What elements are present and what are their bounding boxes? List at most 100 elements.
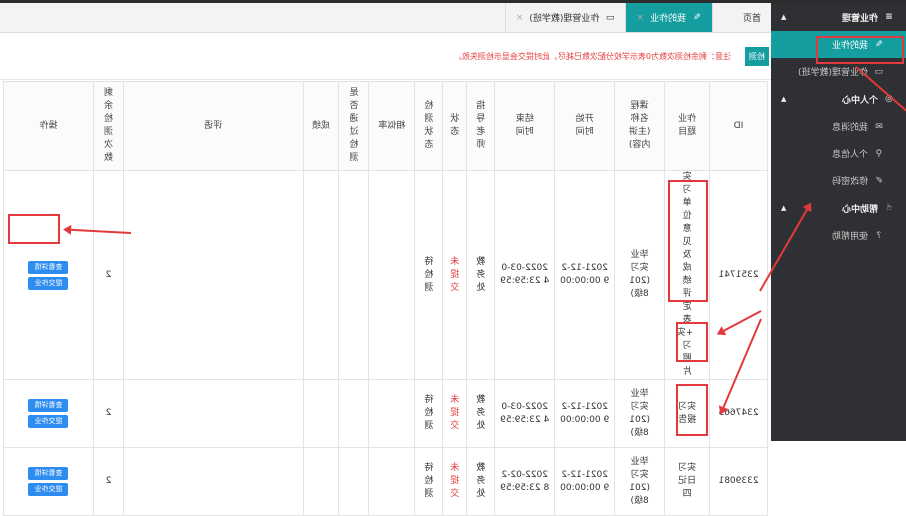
main-content: 检测 注意：剩余检测次数为0表示学校分配次数已耗尽，此时提交会显示检测失败。 I… [0,33,771,516]
monitor-icon: ▭ [874,66,884,77]
cell-check: 待检测 [414,379,443,448]
cell-id: 2339081 [709,447,768,516]
cell-course: 毕业实习(2018级) [614,170,665,380]
cell-status: 未提交 [442,447,467,516]
check-button[interactable]: 检测 [745,46,769,66]
view-details-button[interactable]: 查看详情 [28,399,69,412]
toolbar: 检测 注意：剩余检测次数为0表示学校分配次数已耗尽，此时提交会显示检测失败。 [0,33,771,80]
homework-table: ID 作业题目 课程名称(主讲内容) 开始时间 结束时间 指导老师 状态 检测状… [3,81,768,516]
tab-home[interactable]: 首页 [712,3,771,32]
cell-comment [123,170,304,380]
caret-up-icon: ▲ [781,204,787,212]
cell-end: 2022-03-04 23:59:59 [494,170,555,380]
caret-up-icon: ▲ [781,13,787,21]
view-details-button[interactable]: 查看详情 [28,260,69,274]
header-status: 状态 [442,81,467,171]
cell-title[interactable]: 实习日记四 [664,447,710,516]
submit-homework-button[interactable]: 提交作业 [28,483,69,496]
cell-similarity [368,170,415,380]
header-start: 开始时间 [554,81,615,171]
sidebar-item-label: 修改密码 [831,177,868,187]
tab-homework-manage[interactable]: ▭ 作业管理(教学班) × [504,3,626,32]
cell-actions: 查看详情 提交作业 [3,170,94,380]
header-score: 成绩 [303,81,339,171]
cell-end: 2022-02-28 23:59:59 [494,447,555,516]
cell-course: 毕业实习(2018级) [614,379,665,448]
cell-score [303,170,339,380]
sidebar-group-personal[interactable]: ◎ 个人中心 ▲ [771,85,906,113]
tab-bar: 首页 ✎ 我的作业 × ▭ 作业管理(教学班) × [0,3,771,33]
header-passed: 是否通过检测 [338,81,369,171]
cell-status: 未提交 [442,170,467,380]
table-header-row: ID 作业题目 课程名称(主讲内容) 开始时间 结束时间 指导老师 状态 检测状… [3,81,768,171]
cell-id: 2351741 [709,170,768,380]
highlight-box-title-2 [676,322,708,362]
cell-actions: 查看详情 提交作业 [3,379,94,448]
header-title: 作业题目 [664,81,710,171]
submit-homework-button[interactable]: 提交作业 [28,415,69,428]
cell-teacher: 教务处 [466,379,495,448]
table-row: 2351741 实习单位意见及成绩评定表+实习照片 毕业实习(2018级) 20… [3,170,768,380]
edit-icon: ✎ [693,12,701,23]
header-comment: 评语 [123,81,304,171]
cell-similarity [368,447,415,516]
cell-teacher: 教务处 [466,170,495,380]
question-icon: ? [876,230,882,241]
sidebar-item-label: 使用帮助 [831,232,868,242]
sidebar-group-help[interactable]: ☝ 帮助中心 ▲ [771,194,906,222]
table-row: 2339081 实习日记四 毕业实习(2018级) 2021-12-29 00:… [3,447,768,516]
highlight-box-view-button [8,214,60,244]
caret-up-icon: ▲ [781,95,787,103]
highlight-box-title-3 [676,384,708,436]
menu-icon: ≡ [885,12,893,22]
sidebar-item-label: 我的消息 [831,123,868,133]
cell-remaining: 2 [93,447,124,516]
header-actions: 操作 [3,81,94,171]
mail-icon: ✉ [875,121,883,132]
cell-passed [338,447,369,516]
view-details-button[interactable]: 查看详情 [28,467,69,480]
user-icon: ⚲ [875,148,883,159]
cell-start: 2021-12-29 00:00:00 [554,447,615,516]
tab-label: 作业管理(教学班) [529,14,600,24]
header-course: 课程名称(主讲内容) [614,81,665,171]
cell-similarity [368,379,415,448]
cell-remaining: 2 [93,170,124,380]
cell-start: 2021-12-29 00:00:00 [554,379,615,448]
help-icon: ☝ [886,203,892,213]
sidebar-group-label: 作业管理 [841,13,878,24]
cell-check: 待检测 [414,447,443,516]
sidebar-item-password[interactable]: ✐ 修改密码 [771,167,906,194]
cell-status: 未提交 [442,379,467,448]
cell-passed [338,170,369,380]
sidebar-item-profile[interactable]: ⚲ 个人信息 [771,140,906,167]
header-similarity: 相似率 [368,81,415,171]
header-teacher: 指导老师 [466,81,495,171]
close-icon[interactable]: × [516,13,524,23]
monitor-icon: ▭ [606,12,615,23]
cell-course: 毕业实习(2018级) [614,447,665,516]
close-icon[interactable]: × [636,13,644,23]
cell-teacher: 教务处 [466,447,495,516]
pencil-icon: ✐ [875,175,883,186]
tab-label: 首页 [742,14,761,24]
cell-score [303,447,339,516]
cell-check: 待检测 [414,170,443,380]
notice-text: 注意：剩余检测次数为0表示学校分配次数已耗尽，此时提交会显示检测失败。 [453,51,731,61]
header-check-status: 检测状态 [414,81,443,171]
cell-actions: 查看详情 提交作业 [3,447,94,516]
sidebar-item-label: 个人信息 [831,150,868,160]
header-end: 结束时间 [494,81,555,171]
tab-my-homework[interactable]: ✎ 我的作业 × [625,3,712,32]
cell-comment [123,379,304,448]
cell-start: 2021-12-29 00:00:00 [554,170,615,380]
sidebar-item-messages[interactable]: ✉ 我的消息 [771,113,906,140]
cell-passed [338,379,369,448]
tab-label: 我的作业 [649,14,686,24]
cell-score [303,379,339,448]
submit-homework-button[interactable]: 提交作业 [28,276,69,290]
cell-remaining: 2 [93,379,124,448]
highlight-box-sidebar [816,36,904,64]
sidebar-group-label: 个人中心 [841,95,878,106]
sidebar-group-homework[interactable]: ≡ 作业管理 ▲ [771,3,906,31]
